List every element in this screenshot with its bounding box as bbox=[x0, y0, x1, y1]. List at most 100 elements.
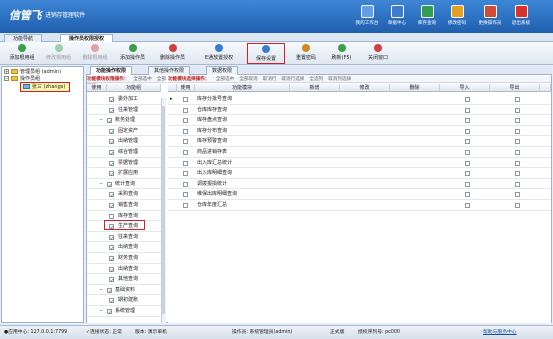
collapse-icon[interactable]: − bbox=[99, 115, 103, 126]
print-checkbox[interactable] bbox=[515, 160, 520, 166]
use-checkbox[interactable] bbox=[109, 276, 114, 287]
module-row[interactable]: 仓库年度汇总 bbox=[168, 200, 551, 211]
use-checkbox[interactable] bbox=[109, 128, 114, 138]
use-checkbox[interactable] bbox=[109, 297, 114, 308]
print-checkbox[interactable] bbox=[515, 118, 520, 124]
export-checkbox[interactable] bbox=[465, 203, 470, 208]
use-checkbox[interactable] bbox=[109, 255, 114, 266]
print-checkbox[interactable] bbox=[515, 107, 520, 113]
use-checkbox[interactable] bbox=[183, 97, 188, 102]
tab-function-nav[interactable]: 功能导航 bbox=[4, 34, 43, 42]
use-checkbox[interactable] bbox=[183, 107, 188, 113]
export-checkbox[interactable] bbox=[465, 97, 470, 102]
use-checkbox[interactable] bbox=[109, 266, 114, 276]
group-row[interactable]: 财务查询 bbox=[87, 253, 161, 266]
group-row[interactable]: − 基础资料 bbox=[87, 285, 161, 297]
module-action-2[interactable]: 取消行 bbox=[263, 77, 277, 82]
toolbar-button-0[interactable]: 添加根用组 bbox=[4, 43, 40, 64]
header-button-2[interactable]: 库存查询 bbox=[412, 5, 442, 32]
print-checkbox[interactable] bbox=[515, 171, 520, 177]
select-all-groups[interactable]: 全部选中 bbox=[133, 77, 151, 82]
header-button-5[interactable]: 退出系统 bbox=[506, 5, 536, 32]
toolbar-button-1[interactable]: 修改根用组 bbox=[40, 43, 77, 64]
group-row[interactable]: 期初建账 bbox=[87, 295, 161, 308]
module-action-4[interactable]: 全选列 bbox=[309, 77, 323, 82]
group-row[interactable]: 综合管理 bbox=[87, 147, 161, 160]
use-checkbox[interactable] bbox=[107, 287, 112, 297]
group-row[interactable]: 往来查询 bbox=[87, 232, 161, 244]
use-checkbox[interactable] bbox=[107, 308, 112, 319]
use-checkbox[interactable] bbox=[109, 244, 114, 255]
export-checkbox[interactable] bbox=[465, 150, 470, 155]
print-checkbox[interactable] bbox=[515, 181, 520, 187]
toolbar-button-6[interactable]: 保存设置 bbox=[247, 43, 285, 64]
group-row[interactable]: 出纳管理 bbox=[87, 136, 161, 149]
module-row[interactable]: 出入库汇总统计 bbox=[168, 158, 551, 169]
use-checkbox[interactable] bbox=[109, 191, 114, 202]
print-checkbox[interactable] bbox=[515, 139, 520, 145]
use-checkbox[interactable] bbox=[183, 171, 188, 177]
toolbar-button-2[interactable]: 删除根用组 bbox=[77, 43, 113, 64]
use-checkbox[interactable] bbox=[183, 128, 188, 134]
module-action-1[interactable]: 全部取消 bbox=[239, 77, 257, 82]
use-checkbox[interactable] bbox=[183, 203, 188, 208]
module-row[interactable]: 库存预警查询 bbox=[168, 136, 551, 147]
print-checkbox[interactable] bbox=[515, 203, 520, 208]
use-checkbox[interactable] bbox=[183, 139, 188, 145]
export-checkbox[interactable] bbox=[465, 118, 470, 124]
collapse-icon[interactable]: − bbox=[99, 285, 103, 296]
print-checkbox[interactable] bbox=[515, 192, 520, 198]
module-row[interactable]: 库存盘点查询 bbox=[168, 115, 551, 126]
use-checkbox[interactable] bbox=[109, 202, 114, 213]
module-action-5[interactable]: 取消列选择 bbox=[328, 77, 351, 82]
expand-icon[interactable]: + bbox=[4, 69, 9, 74]
use-checkbox[interactable] bbox=[109, 96, 114, 107]
use-checkbox[interactable] bbox=[109, 149, 114, 160]
use-checkbox[interactable] bbox=[183, 118, 188, 124]
tab-function-permissions[interactable]: 功能操作权限 bbox=[90, 66, 133, 75]
group-row[interactable]: − 账务处理 bbox=[87, 115, 161, 128]
print-checkbox[interactable] bbox=[515, 97, 520, 102]
group-row[interactable]: 委外加工 bbox=[87, 94, 161, 107]
tab-data-permissions[interactable]: 数据权限 bbox=[206, 66, 239, 75]
toolbar-button-9[interactable]: 关闭窗口 bbox=[359, 43, 397, 64]
use-checkbox[interactable] bbox=[109, 170, 114, 181]
use-checkbox[interactable] bbox=[183, 160, 188, 166]
export-checkbox[interactable] bbox=[465, 107, 470, 113]
use-checkbox[interactable] bbox=[109, 234, 114, 244]
group-row[interactable]: 固定资产 bbox=[87, 126, 161, 138]
module-action-3[interactable]: 取消行选择 bbox=[281, 77, 304, 82]
module-row[interactable]: 调拨报损统计 bbox=[168, 179, 551, 190]
toolbar-button-8[interactable]: 刷新(F5) bbox=[324, 43, 359, 64]
use-checkbox[interactable] bbox=[183, 150, 188, 155]
tree-node-zhangsan[interactable]: 张三 (zhangs) bbox=[23, 83, 65, 91]
module-row[interactable]: 商品进销存表 bbox=[168, 147, 551, 158]
header-button-0[interactable]: 我的工作台 bbox=[352, 5, 382, 32]
help-center-link[interactable]: 帮助与服务中心 bbox=[483, 326, 517, 339]
group-row[interactable]: 往来管理 bbox=[87, 105, 161, 117]
use-checkbox[interactable] bbox=[109, 107, 114, 117]
module-action-0[interactable]: 全部选中 bbox=[216, 77, 234, 82]
export-checkbox[interactable] bbox=[465, 192, 470, 198]
toolbar-button-5[interactable]: E通放置授权 bbox=[193, 43, 245, 64]
export-checkbox[interactable] bbox=[465, 160, 470, 166]
group-row[interactable]: 销售查询 bbox=[87, 200, 161, 213]
tab-operator-permissions[interactable]: 操作员权限授权 bbox=[60, 34, 114, 42]
group-row[interactable]: 采购查询 bbox=[87, 189, 161, 202]
collapse-icon[interactable]: − bbox=[99, 179, 103, 190]
export-checkbox[interactable] bbox=[465, 181, 470, 187]
header-button-4[interactable]: 更换操作员 bbox=[475, 5, 505, 32]
group-row[interactable]: 出纳查询 bbox=[87, 242, 161, 255]
toolbar-button-3[interactable]: 添加操作员 bbox=[113, 43, 152, 64]
module-row[interactable]: 仓库库存查询 bbox=[168, 105, 551, 116]
toolbar-button-7[interactable]: 重置密码 bbox=[288, 43, 324, 64]
export-checkbox[interactable] bbox=[465, 171, 470, 177]
group-row[interactable]: 其他查询 bbox=[87, 274, 161, 287]
module-row[interactable]: 出入库明细查询 bbox=[168, 168, 551, 179]
use-checkbox[interactable] bbox=[109, 213, 114, 219]
use-checkbox[interactable] bbox=[183, 192, 188, 198]
use-checkbox[interactable] bbox=[183, 181, 188, 187]
export-checkbox[interactable] bbox=[465, 139, 470, 145]
export-checkbox[interactable] bbox=[465, 128, 470, 134]
use-checkbox[interactable] bbox=[109, 138, 114, 149]
